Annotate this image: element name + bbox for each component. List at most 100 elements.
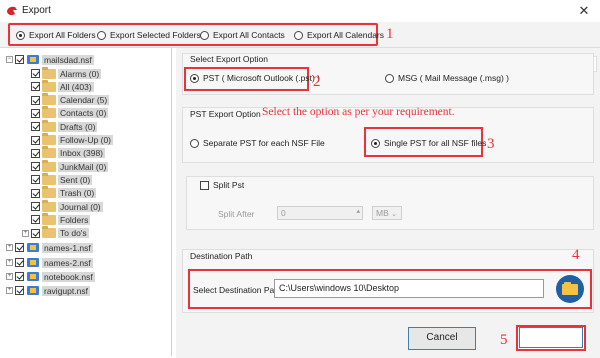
tree-item-names-2[interactable]: + names-2.nsf [6, 256, 93, 269]
tree-label: mailsdad.nsf [42, 54, 94, 65]
destination-label: Select Destination Path [193, 285, 282, 295]
tree-folder-item[interactable]: Journal (0) [22, 199, 103, 213]
expand-icon[interactable]: + [6, 259, 13, 266]
tree-checkbox[interactable] [31, 215, 40, 225]
expand-icon[interactable]: + [6, 273, 13, 280]
folder-open-icon[interactable] [556, 275, 584, 303]
folder-icon [42, 146, 56, 159]
tree-checkbox[interactable] [31, 69, 40, 78]
tree-checkbox[interactable] [31, 122, 40, 132]
nsf-file-icon [26, 257, 40, 268]
radio-label: Export All Calendars [307, 30, 385, 40]
tree-checkbox[interactable] [31, 82, 40, 92]
radio-export-all-calendars[interactable]: Export All Calendars [294, 30, 384, 40]
tree-checkbox[interactable] [31, 162, 40, 172]
collapse-icon[interactable]: − [6, 56, 13, 63]
folder-icon [42, 226, 56, 239]
tree-folder-item[interactable]: Sent (0) [22, 172, 93, 186]
folder-icon [42, 212, 56, 225]
tree-folder-item[interactable]: Alarms (0) [22, 66, 102, 80]
radio-button[interactable] [294, 30, 303, 40]
radio-label: MSG ( Mail Message (.msg) ) [398, 73, 509, 83]
split-unit-value: MB [376, 208, 389, 218]
radio-export-selected-folders[interactable]: Export Selected Folders [97, 30, 201, 40]
step-number-5: 5 [500, 332, 508, 348]
folder-icon [42, 159, 56, 172]
split-pst-checkbox[interactable]: Split Pst [200, 180, 244, 190]
radio-button[interactable] [190, 73, 199, 83]
tree-checkbox[interactable] [31, 188, 40, 198]
tree-folder-item[interactable]: Drafts (0) [22, 119, 98, 133]
tree-folder-item[interactable]: Follow-Up (0) [22, 133, 114, 147]
tree-label: names-2.nsf [42, 257, 93, 268]
tree-checkbox[interactable] [31, 228, 40, 238]
destination-path-input[interactable]: C:\Users\windows 10\Desktop [274, 279, 544, 298]
split-pst-label: Split Pst [213, 180, 245, 190]
split-size-input[interactable]: 0 ▴ [277, 206, 363, 220]
split-size-value: 0 [281, 208, 286, 218]
tree-checkbox[interactable] [31, 108, 40, 118]
radio-button[interactable] [385, 73, 394, 83]
expand-icon[interactable]: + [6, 287, 13, 294]
tree-checkbox[interactable] [31, 202, 40, 211]
cancel-button[interactable]: Cancel [408, 327, 476, 350]
tree-checkbox[interactable] [15, 286, 24, 295]
tree-folder-item[interactable]: All (403) [22, 79, 94, 93]
tree-checkbox[interactable] [31, 135, 40, 145]
tree-item-names-1[interactable]: + names-1.nsf [6, 241, 93, 254]
tree-label: Calendar (5) [58, 95, 110, 106]
folder-icon [42, 133, 56, 145]
split-unit-select[interactable]: MB ⌄ [372, 206, 402, 220]
expand-icon[interactable]: + [6, 244, 13, 251]
tree-checkbox[interactable] [31, 148, 40, 158]
radio-single-pst[interactable]: Single PST for all NSF files [371, 138, 486, 148]
close-button[interactable]: ✕ [574, 2, 594, 20]
expand-icon[interactable]: + [22, 229, 29, 237]
spinner-icon[interactable]: ▴ [356, 207, 360, 215]
tree-folder-item[interactable]: Contacts (0) [22, 106, 109, 120]
checkbox[interactable] [200, 180, 209, 190]
export-button[interactable] [519, 327, 583, 348]
title-bar [0, 0, 600, 22]
split-after-label: Split After [218, 209, 255, 219]
tree-label: Contacts (0) [58, 108, 109, 119]
tree-label: Follow-Up (0) [58, 135, 114, 145]
tree-folder-item[interactable]: Inbox (398) [22, 146, 105, 160]
step-number-1: 1 [386, 26, 394, 42]
tree-checkbox[interactable] [15, 55, 24, 64]
radio-export-all-folders[interactable]: Export All Folders [16, 30, 96, 40]
tree-label: All (403) [58, 81, 94, 92]
tree-item-notebook[interactable]: + notebook.nsf [6, 270, 95, 283]
tree-checkbox[interactable] [15, 272, 24, 281]
radio-button[interactable] [97, 30, 106, 40]
folder-icon [42, 79, 56, 92]
radio-button[interactable] [200, 30, 209, 40]
tree-root-item[interactable]: − mailsdad.nsf [6, 53, 94, 66]
radio-label: Export All Folders [29, 30, 96, 40]
tree-label: names-1.nsf [42, 242, 93, 253]
tree-folder-item[interactable]: Folders [22, 212, 91, 226]
radio-pst[interactable]: PST ( Microsoft Outlook (.pst) ) [190, 73, 320, 83]
tree-checkbox[interactable] [15, 243, 24, 252]
tree-item-ravigupt[interactable]: + ravigupt.nsf [6, 284, 90, 297]
radio-label: Single PST for all NSF files [384, 138, 487, 148]
tree-checkbox[interactable] [15, 258, 24, 267]
folder-icon [42, 66, 56, 79]
radio-separate-pst[interactable]: Separate PST for each NSF File [190, 138, 325, 148]
tree-folder-item[interactable]: + To do's [22, 226, 89, 240]
radio-msg[interactable]: MSG ( Mail Message (.msg) ) [385, 73, 509, 83]
destination-title: Destination Path [190, 251, 253, 261]
radio-label: PST ( Microsoft Outlook (.pst) ) [203, 73, 320, 83]
tree-folder-item[interactable]: Calendar (5) [22, 93, 110, 107]
radio-export-all-contacts[interactable]: Export All Contacts [200, 30, 285, 40]
nsf-file-icon [26, 271, 40, 282]
tree-checkbox[interactable] [31, 95, 40, 105]
tree-label: To do's [58, 228, 89, 239]
radio-button[interactable] [16, 30, 25, 40]
tree-folder-item[interactable]: JunkMail (0) [22, 159, 109, 173]
folder-icon [42, 106, 56, 119]
radio-button[interactable] [190, 138, 199, 148]
radio-button[interactable] [371, 138, 380, 148]
tree-folder-item[interactable]: Trash (0) [22, 186, 97, 200]
tree-checkbox[interactable] [31, 175, 40, 185]
